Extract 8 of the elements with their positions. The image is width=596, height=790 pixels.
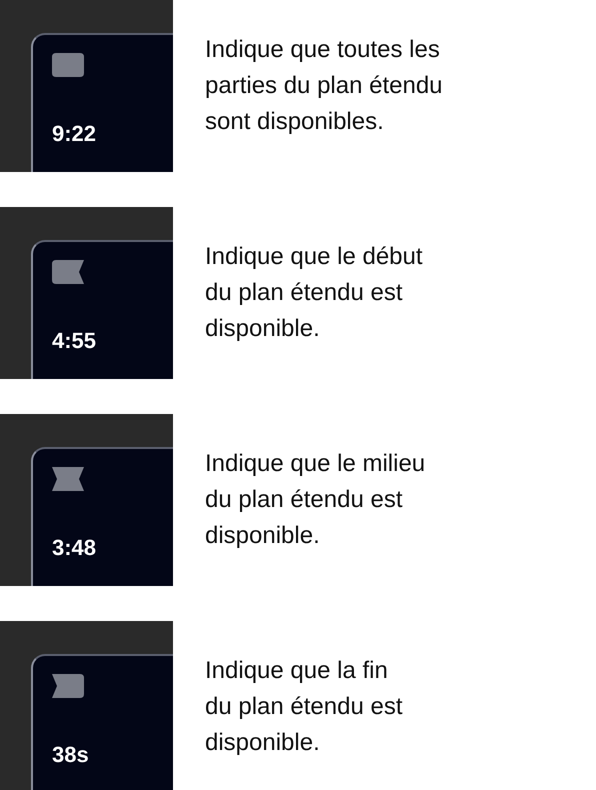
clip-duration: 3:48 — [52, 535, 96, 561]
clip-duration: 38s — [52, 742, 89, 768]
clip-duration: 4:55 — [52, 328, 96, 354]
description-text: Indique que toutes les parties du plan étendu sont disponibles. — [205, 35, 443, 137]
description-text: Indique que le milieu du plan étendu est disponible. — [205, 449, 426, 551]
clip-duration: 9:22 — [52, 121, 96, 147]
description-text: Indique que la fin du plan étendu est disponible. — [205, 656, 402, 758]
description-text: Indique que le début du plan étendu est disponible. — [205, 242, 423, 344]
